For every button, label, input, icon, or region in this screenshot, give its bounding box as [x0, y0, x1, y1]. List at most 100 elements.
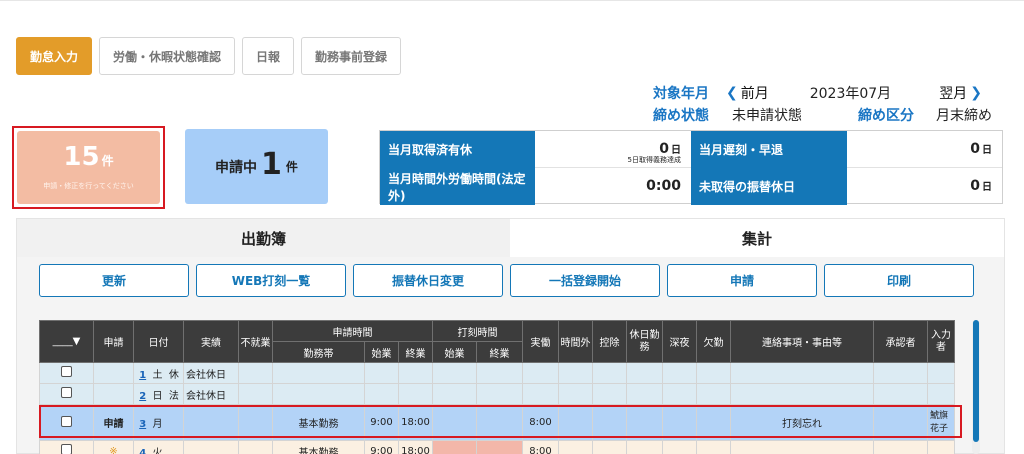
th-inputter: 入力者 — [927, 320, 955, 363]
bulk-register-button[interactable]: 一括登録開始 — [510, 264, 660, 297]
apply-cell: 申請 — [93, 404, 134, 441]
tab-attendance-book[interactable]: 出勤簿 — [17, 219, 510, 257]
apply-cell — [93, 362, 134, 384]
day-link[interactable]: 2 — [139, 391, 146, 402]
scrollbar-thumb[interactable] — [973, 320, 979, 442]
attendance-table: ____▼ 申請 日付 実績 不就業 申請時間 打刻時間 実働 時間外 控除 休… — [39, 320, 955, 454]
refresh-button[interactable]: 更新 — [39, 264, 189, 297]
current-month: 2023年07月 — [809, 86, 892, 102]
chevron-right-icon[interactable]: ❯ — [970, 85, 982, 101]
th-stamp-start: 始業 — [432, 341, 477, 363]
row-checkbox[interactable] — [61, 444, 72, 454]
row-checkbox[interactable] — [61, 415, 72, 427]
th-notes: 連絡事項・事由等 — [730, 320, 874, 363]
table-row[interactable]: 申請 3 月 基本勤務 9:00 18:00 8:00 打刻忘れ 鯱旗 花子 — [39, 404, 955, 441]
apply-button[interactable]: 申請 — [667, 264, 817, 297]
next-month-link[interactable]: 翌月 — [939, 83, 967, 103]
pending-note: 申請・修正を行ってください — [43, 182, 134, 190]
table-row[interactable]: 1 土 休 会社休日 — [39, 362, 955, 384]
row-checkbox-cell[interactable] — [39, 362, 94, 384]
substitute-holiday-change-button[interactable]: 振替休日変更 — [353, 264, 503, 297]
close-class-value: 月末締め — [936, 108, 992, 124]
date-cell: 2 日 法 — [133, 383, 184, 405]
th-approver: 承認者 — [873, 320, 928, 363]
day-link[interactable]: 1 — [139, 370, 146, 381]
row-checkbox-cell[interactable] — [39, 383, 94, 405]
end-cell — [398, 362, 433, 384]
weekday: 月 — [152, 419, 163, 430]
substitute-holiday-value: 0日 — [847, 168, 1002, 205]
target-month-label: 対象年月 — [653, 86, 709, 102]
apply-cell: ※ — [93, 440, 134, 454]
pending-card[interactable]: 15 件 申請・修正を行ってください — [17, 131, 160, 204]
late-early-number: 0 — [970, 141, 980, 157]
day-link[interactable]: 3 — [139, 419, 146, 430]
th-apply: 申請 — [93, 320, 134, 363]
th-end: 終業 — [398, 341, 433, 363]
shift-cell — [272, 383, 365, 405]
prev-month-link[interactable]: 前月 — [741, 83, 769, 103]
day-link[interactable]: 4 — [139, 448, 146, 454]
select-dropdown-icon[interactable]: ____▼ — [53, 336, 81, 347]
table-row[interactable]: 2 日 法 会社休日 — [39, 383, 955, 405]
inputter-cell — [927, 440, 955, 454]
th-nowork: 不就業 — [238, 320, 273, 363]
applying-count: 1 — [261, 147, 282, 182]
pending-highlight: 15 件 申請・修正を行ってください — [12, 126, 165, 209]
result-cell — [183, 440, 239, 454]
late-early-value: 0日 — [847, 131, 1002, 168]
th-stamp-time: 打刻時間 — [432, 320, 523, 342]
table-row[interactable]: ※ 4 火 基本勤務 9:00 18:00 8:00 — [39, 440, 955, 454]
start-cell: 9:00 — [364, 440, 399, 454]
row-checkbox[interactable] — [61, 366, 72, 377]
overtime-number: 0:00 — [646, 178, 681, 194]
applying-label: 申請中 — [215, 159, 258, 176]
chevron-left-icon[interactable]: ❮ — [726, 85, 738, 101]
period-panel: 対象年月 ❮ 前月 2023年07月 翌月 ❯ 締め状態 未申請状態 締め区分 … — [600, 82, 1010, 126]
inputter-cell — [927, 383, 955, 405]
th-absent: 欠勤 — [696, 320, 731, 363]
result-cell — [183, 404, 239, 441]
th-start: 始業 — [364, 341, 399, 363]
late-early-label: 当月遅刻・早退 — [691, 131, 847, 168]
day-kind: 法 — [168, 390, 179, 402]
end-cell: 18:00 — [398, 440, 433, 454]
th-request-time: 申請時間 — [272, 320, 433, 342]
late-early-unit: 日 — [982, 145, 992, 156]
close-class-label: 締め区分 — [858, 108, 914, 124]
close-status-value: 未申請状態 — [732, 108, 802, 124]
row-checkbox[interactable] — [61, 387, 72, 398]
row-checkbox-cell[interactable] — [39, 404, 94, 441]
applying-card[interactable]: 申請中 1 件 — [185, 129, 328, 204]
th-date: 日付 — [133, 320, 184, 363]
tab-pre-registration[interactable]: 勤務事前登録 — [301, 37, 402, 75]
overtime-value: 0:00 — [535, 168, 691, 205]
inputter-cell — [927, 362, 955, 384]
substitute-holiday-unit: 日 — [982, 182, 992, 193]
apply-cell — [93, 383, 134, 405]
actual-cell — [522, 383, 559, 405]
close-status-label: 締め状態 — [653, 108, 709, 124]
shift-cell: 基本勤務 — [272, 404, 365, 441]
note-cell — [730, 383, 874, 405]
date-cell: 4 火 — [133, 440, 184, 454]
date-cell: 1 土 休 — [133, 362, 184, 384]
tab-daily-report[interactable]: 日報 — [242, 37, 295, 75]
end-cell — [398, 383, 433, 405]
tab-work-leave-status[interactable]: 労働・休暇状態確認 — [99, 37, 236, 75]
substitute-holiday-label: 未取得の振替休日 — [691, 168, 847, 205]
web-stamp-list-button[interactable]: WEB打刻一覧 — [196, 264, 346, 297]
stats-panel: 当月取得済有休 0日 5日取得義務達成 当月遅刻・早退 0日 当月時間外労働時間… — [379, 130, 1003, 205]
row-checkbox-cell[interactable] — [39, 440, 94, 454]
print-button[interactable]: 印刷 — [824, 264, 974, 297]
select-all-header[interactable]: ____▼ — [39, 320, 94, 363]
tab-summary[interactable]: 集計 — [510, 219, 1004, 257]
pending-count: 15 — [63, 142, 100, 172]
note-cell — [730, 440, 874, 454]
th-holiday-work: 休日勤務 — [626, 320, 663, 363]
applying-unit: 件 — [285, 160, 298, 174]
tab-attendance-input[interactable]: 勤怠入力 — [16, 37, 93, 75]
result-cell: 会社休日 — [183, 362, 239, 384]
start-cell — [364, 383, 399, 405]
actual-cell — [522, 362, 559, 384]
